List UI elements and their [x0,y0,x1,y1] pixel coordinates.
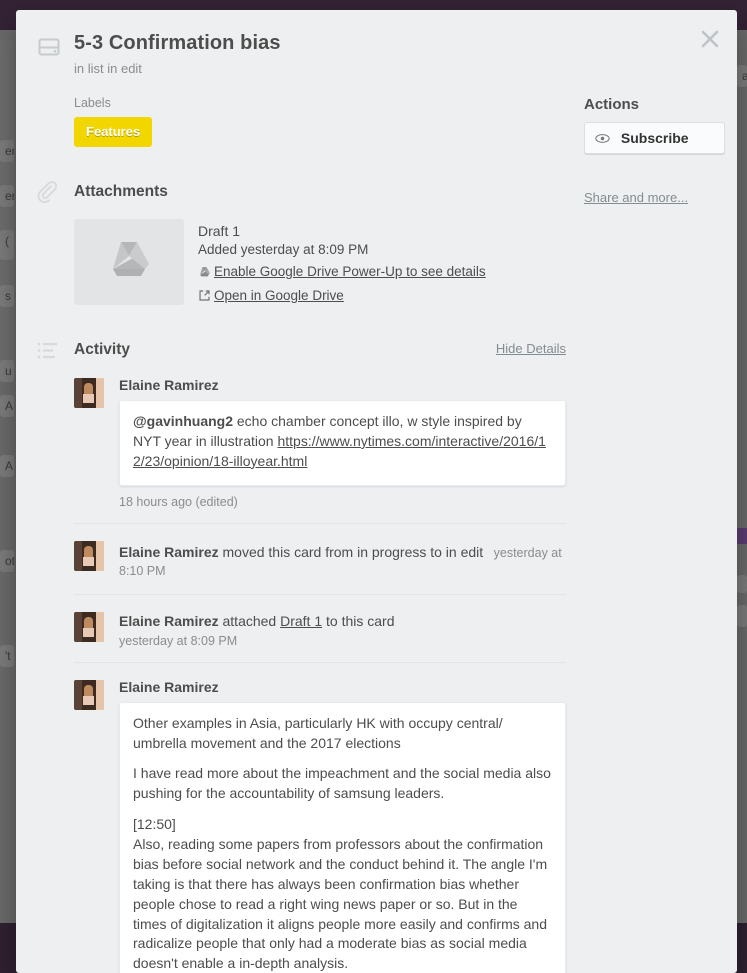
activity-section: Activity Hide Details Elaine Ramirez @ga… [37,339,566,973]
ghost-card: 't [0,645,14,667]
card-main-column: Labels Features Attachments Draft 1 Adde… [36,76,566,973]
labels-section-label: Labels [74,96,111,110]
avatar[interactable] [74,540,104,571]
open-in-google-drive-link[interactable]: Open in Google Drive [198,288,486,305]
card-detail-modal: 5-3 Confirmation bias in list in edit La… [16,10,737,973]
activity-author[interactable]: Elaine Ramirez [119,377,566,393]
activity-list-icon [36,339,60,363]
eye-icon [595,131,614,147]
activity-timestamp: 18 hours ago (edited) [119,494,238,509]
comment-body[interactable]: @gavinhuang2 echo chamber concept illo, … [119,400,566,486]
activity-author[interactable]: Elaine Ramirez [119,613,219,629]
activity-action-line: Elaine Ramirez moved this card from in p… [119,540,566,580]
attachment-meta: Draft 1 Added yesterday at 8:09 PM Enabl… [198,219,486,305]
comment-paragraph: Other examples in Asia, particularly HK … [133,714,503,751]
ghost-card: ( [0,230,14,260]
card-list-subtitle: in list in edit [74,61,142,76]
labels-section: Labels Features [74,96,566,147]
page-title: 5-3 Confirmation bias [74,32,281,54]
ghost-card: A i [0,455,14,477]
subscribe-label: Subscribe [620,130,689,146]
activity-attach-line: Elaine Ramirez attached Draft 1 to this … [119,611,566,648]
ghost-card: u [0,360,14,382]
attachment-item: Draft 1 Added yesterday at 8:09 PM Enabl… [74,219,566,305]
activity-comment-entry: Elaine Ramirez @gavinhuang2 echo chamber… [74,361,566,509]
card-body: Labels Features Attachments Draft 1 Adde… [16,76,737,973]
card-window-icon [38,36,60,58]
activity-comment-entry: Elaine Ramirez Other examples in Asia, p… [74,661,566,973]
actions-heading: Actions [584,96,640,113]
google-drive-icon [105,238,153,287]
activity-action-text: moved this card from in progress to in e… [218,543,484,560]
avatar[interactable] [74,679,104,710]
activity-action-entry: Elaine Ramirez moved this card from in p… [74,522,566,594]
label-chip-features[interactable]: Features [74,117,153,147]
avatar[interactable] [74,611,104,642]
attachment-thumbnail[interactable] [74,219,184,305]
activity-heading: Activity [74,341,130,358]
comment-paragraph: [12:50] Also, reading some papers from p… [133,816,548,972]
ghost-card: oti [0,550,14,572]
ghost-card: a [737,65,747,87]
paperclip-icon [36,181,60,205]
ghost-card: A [0,395,14,417]
attachment-name[interactable]: Draft 1 [198,223,486,239]
enable-google-drive-powerup-link[interactable]: Enable Google Drive Power-Up to see deta… [198,264,486,281]
card-header: 5-3 Confirmation bias in list in edit [16,10,737,76]
comment-body[interactable]: Other examples in Asia, particularly HK … [119,701,566,973]
avatar[interactable] [74,378,104,408]
ghost-card: en [0,140,14,162]
attachments-section: Attachments Draft 1 Added yesterday at 8… [37,181,566,305]
activity-author[interactable]: Elaine Ramirez [119,679,566,695]
card-side-column: Actions Subscribe Share and more... [566,76,725,973]
subscribe-button[interactable]: Subscribe [584,122,725,154]
activity-action-suffix: to this card [322,612,395,629]
activity-attach-entry: Elaine Ramirez attached Draft 1 to this … [74,593,566,662]
external-link-icon [198,289,212,305]
ghost-card: en [0,185,14,207]
ghost-card [737,605,747,627]
ghost-card [737,575,747,593]
google-drive-icon [198,266,212,281]
activity-attachment-link[interactable]: Draft 1 [280,613,322,629]
ghost-card: s [0,285,14,307]
attachments-heading: Attachments [74,183,168,200]
comment-mention[interactable]: @gavinhuang2 [133,413,233,429]
enable-google-drive-powerup-label: Enable Google Drive Power-Up to see deta… [214,264,486,279]
comment-paragraph: I have read more about the impeachment a… [133,765,551,802]
open-in-google-drive-label: Open in Google Drive [214,288,344,303]
activity-author[interactable]: Elaine Ramirez [119,544,219,560]
attachment-added-date: Added yesterday at 8:09 PM [198,242,369,257]
activity-timestamp: yesterday at 8:09 PM [119,633,238,648]
activity-action-prefix: attached [218,612,281,629]
hide-details-link[interactable]: Hide Details [496,341,566,356]
share-and-more-link[interactable]: Share and more... [584,190,688,205]
ghost-purple-bar [737,528,747,544]
